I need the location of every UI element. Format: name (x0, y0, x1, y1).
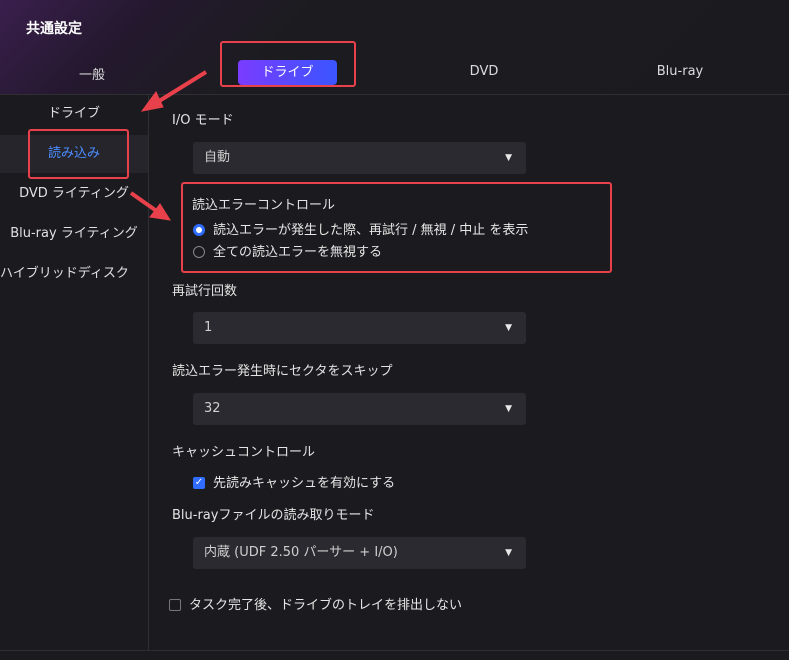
prefetch-cache-checkbox-row[interactable]: ✓ 先読みキャッシュを有効にする (193, 472, 395, 491)
chevron-down-icon: ▼ (505, 323, 512, 333)
retry-count-select[interactable]: 1 ▼ (193, 312, 526, 344)
bluray-read-mode-value: 内蔵 (UDF 2.50 パーサー + I/O) (204, 545, 398, 560)
bottom-divider (0, 650, 789, 651)
window-title: 共通設定 (26, 21, 82, 37)
prefetch-cache-label: 先読みキャッシュを有効にする (213, 476, 396, 491)
io-mode-select[interactable]: 自動 ▼ (193, 142, 526, 174)
checkbox-unchecked-icon[interactable] (169, 598, 181, 611)
tab-general[interactable]: 一般 (52, 64, 132, 83)
bluray-read-mode-select[interactable]: 内蔵 (UDF 2.50 パーサー + I/O) ▼ (193, 537, 526, 569)
read-error-option-prompt-label: 読込エラーが発生した際、再試行 / 無視 / 中止 を表示 (213, 223, 529, 238)
sidebar-item-read[interactable]: 読み込み (0, 135, 148, 173)
radio-unselected-icon[interactable] (193, 245, 205, 258)
read-error-option-ignore[interactable]: 全ての読込エラーを無視する (193, 241, 382, 260)
tab-dvd[interactable]: DVD (440, 64, 528, 79)
sidebar-item-bluray-writing[interactable]: Blu-ray ライティング (0, 215, 148, 253)
sidebar-item-hybrid-disc[interactable]: ハイブリッドディスク (0, 255, 148, 293)
header: 共通設定 一般 ドライブ DVD Blu-ray (0, 0, 789, 94)
chevron-down-icon: ▼ (505, 153, 512, 163)
read-error-label: 読込エラーコントロール (192, 198, 336, 213)
retry-count-label: 再試行回数 (172, 284, 238, 299)
radio-selected-icon[interactable] (193, 223, 205, 236)
skip-sectors-select[interactable]: 32 ▼ (193, 393, 526, 425)
skip-sectors-label: 読込エラー発生時にセクタをスキップ (172, 364, 393, 379)
read-error-option-ignore-label: 全ての読込エラーを無視する (213, 245, 383, 260)
cache-control-label: キャッシュコントロール (172, 445, 316, 460)
read-error-option-prompt[interactable]: 読込エラーが発生した際、再試行 / 無視 / 中止 を表示 (193, 219, 528, 238)
sidebar-item-drive[interactable]: ドライブ (0, 95, 148, 133)
tab-drive[interactable]: ドライブ (238, 60, 337, 85)
io-mode-value: 自動 (204, 150, 231, 165)
sidebar-item-dvd-writing[interactable]: DVD ライティング (0, 175, 148, 213)
settings-panel: I/O モード 自動 ▼ 読込エラーコントロール 読込エラーが発生した際、再試行… (149, 95, 789, 650)
skip-sectors-value: 32 (204, 401, 221, 416)
tray-checkbox-row[interactable]: タスク完了後、ドライブのトレイを排出しない (169, 594, 462, 613)
tab-bluray[interactable]: Blu-ray (636, 64, 724, 79)
chevron-down-icon: ▼ (505, 548, 512, 558)
io-mode-label: I/O モード (172, 113, 234, 128)
checkbox-checked-icon[interactable]: ✓ (193, 476, 205, 489)
tray-label: タスク完了後、ドライブのトレイを排出しない (189, 598, 463, 613)
bluray-read-mode-label: Blu-rayファイルの読み取りモード (172, 508, 375, 523)
sidebar: ドライブ 読み込み DVD ライティング Blu-ray ライティング ハイブリ… (0, 95, 149, 650)
retry-count-value: 1 (204, 320, 213, 335)
chevron-down-icon: ▼ (505, 404, 512, 414)
